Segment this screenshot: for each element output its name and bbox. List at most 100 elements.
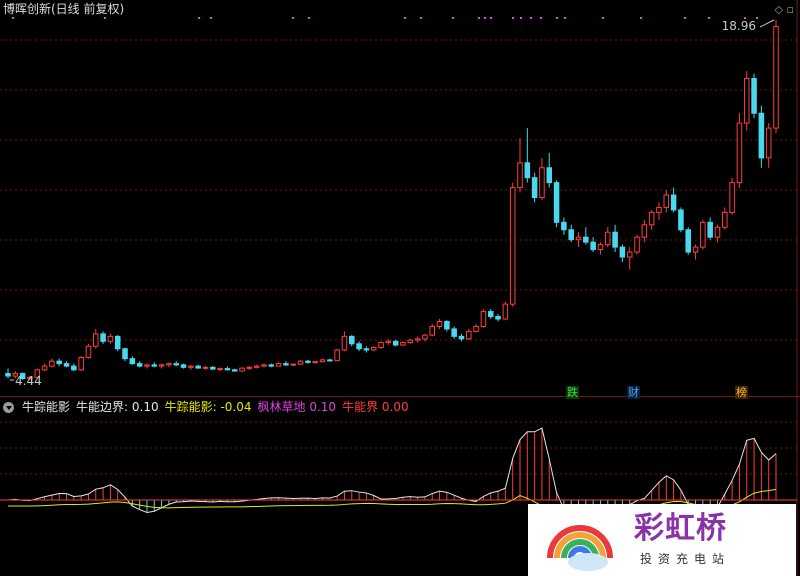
low-price-label: 4.44	[15, 374, 42, 388]
candle	[722, 207, 728, 230]
candle	[100, 331, 106, 344]
candle	[773, 20, 779, 134]
candle-body	[93, 333, 99, 347]
candle-body	[466, 330, 472, 340]
candle	[451, 326, 457, 339]
candle-body	[765, 127, 772, 159]
signal-marker	[404, 17, 406, 19]
indicator-menu-icon[interactable]	[3, 401, 14, 413]
candle-body	[261, 364, 267, 367]
candle	[151, 362, 158, 368]
signal-marker	[490, 17, 492, 19]
candle-body	[114, 335, 121, 350]
candle	[619, 244, 626, 262]
candle-body	[166, 363, 172, 366]
chart-controls[interactable]: ◇ ▫	[775, 3, 794, 16]
candle-body	[553, 182, 560, 223]
tag-finance[interactable]: 财	[627, 386, 640, 399]
candle-body	[78, 356, 84, 371]
candle-body	[231, 369, 238, 372]
candle	[502, 301, 509, 321]
candle-body	[458, 335, 465, 340]
candle-body	[685, 229, 691, 253]
candle	[224, 366, 231, 371]
candle-body	[370, 347, 377, 351]
candle	[268, 363, 275, 368]
candle	[49, 358, 55, 368]
signal-marker	[640, 17, 642, 19]
candle	[356, 341, 362, 352]
candle	[239, 367, 245, 372]
candle-body	[436, 320, 443, 327]
tag-ranking[interactable]: 榜	[735, 386, 748, 399]
candle	[363, 346, 370, 353]
candle-body	[56, 360, 62, 365]
candle-body	[136, 363, 143, 367]
kline-chart[interactable]	[0, 0, 800, 576]
signal-marker	[756, 17, 758, 19]
candle	[78, 356, 84, 372]
candle	[466, 328, 472, 341]
candle-body	[122, 348, 128, 360]
candle	[758, 105, 765, 168]
candle-body	[634, 236, 640, 253]
candle-body	[597, 244, 604, 251]
candle-body	[49, 360, 55, 367]
tag-fall[interactable]: 跌	[566, 386, 579, 399]
candle-body	[107, 335, 114, 342]
signal-marker	[12, 17, 14, 19]
signal-marker	[478, 17, 480, 19]
candle-body	[407, 339, 414, 344]
candle-body	[297, 360, 304, 365]
candle	[305, 359, 311, 364]
candle	[692, 244, 699, 260]
candle-body	[400, 342, 406, 346]
candle-body	[531, 177, 538, 199]
candle	[436, 319, 443, 329]
signal-marker	[308, 17, 310, 19]
candle-body	[356, 343, 362, 350]
high-price-label: 18.96	[721, 19, 756, 33]
chart-title: 博晖创新(日线 前复权)	[3, 2, 125, 16]
signal-marker	[210, 17, 212, 19]
candle-body	[670, 194, 677, 211]
candle	[5, 368, 11, 379]
candle-body	[773, 25, 779, 129]
candle	[656, 202, 662, 220]
candle	[663, 190, 670, 213]
candle	[729, 177, 735, 215]
candle-body	[692, 246, 699, 253]
candle-body	[319, 359, 326, 363]
candle-body	[290, 363, 297, 366]
candle	[546, 152, 553, 188]
candle	[458, 333, 465, 342]
candle-body	[429, 325, 435, 336]
candle-body	[378, 342, 384, 349]
candle-body	[590, 241, 596, 251]
candle	[202, 366, 209, 370]
candle-body	[71, 365, 77, 371]
candle-body	[524, 162, 531, 179]
candle-body	[422, 334, 428, 340]
candle-body	[246, 366, 253, 369]
candle-body	[202, 366, 209, 369]
candle-body	[619, 246, 626, 258]
candle	[107, 333, 114, 344]
candle-body	[678, 209, 684, 231]
panel-divider	[0, 396, 800, 397]
candle-body	[305, 360, 311, 363]
candle-body	[392, 340, 399, 346]
candle	[736, 113, 743, 188]
candle	[575, 232, 582, 248]
candle	[41, 363, 48, 372]
candle	[407, 338, 414, 344]
candle-body	[144, 364, 150, 367]
candle	[341, 331, 348, 352]
candle	[327, 358, 333, 362]
candle	[114, 335, 121, 352]
candle-body	[502, 303, 509, 320]
candle-body	[495, 316, 501, 320]
candle-body	[722, 211, 728, 228]
candle	[297, 359, 304, 365]
candle	[539, 157, 545, 200]
